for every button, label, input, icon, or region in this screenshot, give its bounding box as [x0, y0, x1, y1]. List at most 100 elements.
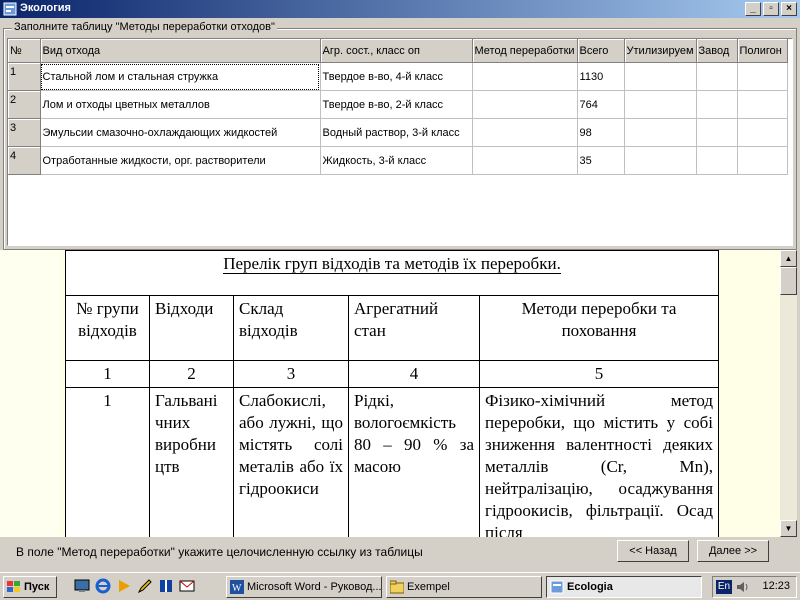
method-cell[interactable]: [472, 62, 578, 91]
document-data-row: 1 Гальвані чних виробни цтв Слабокислі, …: [65, 387, 720, 537]
grid-header-cell[interactable]: Полигон: [737, 39, 788, 63]
folder-icon: [390, 580, 404, 594]
landfill-cell[interactable]: [737, 118, 788, 147]
doc-state: Рідкі, вологоємкість 80 – 90 % за масою: [348, 387, 480, 537]
group-title: Заполните таблицу "Методы переработки от…: [12, 21, 277, 33]
document-viewer[interactable]: Перелік груп відходів та методів їх пере…: [0, 250, 780, 537]
grid-header-cell[interactable]: Вид отхода: [40, 39, 321, 63]
utilized-cell[interactable]: [624, 146, 697, 175]
word-icon: W: [230, 580, 244, 594]
taskbar-item-word[interactable]: W Microsoft Word - Руковод...: [226, 576, 382, 598]
waste-type-cell[interactable]: Эмульсии смазочно-охлаждающих жидкостей: [40, 118, 321, 147]
waste-grid-table: № Вид отхода Агр. сост., класс оп Метод …: [8, 39, 788, 175]
app-icon: [550, 580, 564, 594]
waste-type-cell[interactable]: Стальной лом и стальная стружка: [40, 62, 321, 91]
aggregate-state-cell[interactable]: Жидкость, 3-й класс: [320, 146, 473, 175]
app-icon: [3, 2, 17, 16]
book-icon[interactable]: [158, 578, 174, 594]
desktop-icon[interactable]: [74, 578, 90, 594]
aggregate-state-cell[interactable]: Твердое в-во, 4-й класс: [320, 62, 473, 91]
document-scrollbar[interactable]: ▲ ▼: [780, 250, 797, 537]
aggregate-state-cell[interactable]: Твердое в-во, 2-й класс: [320, 90, 473, 119]
total-cell[interactable]: 35: [577, 146, 625, 175]
doc-header-waste: Відходи: [149, 295, 234, 361]
doc-waste: Гальвані чних виробни цтв: [149, 387, 234, 537]
start-button[interactable]: Пуск: [3, 576, 57, 598]
grid-header-cell[interactable]: Завод: [696, 39, 738, 63]
table-row: 4 Отработанные жидкости, орг. растворите…: [8, 146, 788, 175]
clock: 12:23: [762, 580, 790, 592]
doc-header-methods: Методи переробки та поховання: [478, 295, 720, 361]
utilized-cell[interactable]: [624, 90, 697, 119]
utilized-cell[interactable]: [624, 62, 697, 91]
total-cell[interactable]: 764: [577, 90, 625, 119]
plant-cell[interactable]: [696, 118, 738, 147]
table-row: 1 Стальной лом и стальная стружка Твердо…: [8, 62, 788, 91]
table-row: 2 Лом и отходы цветных металлов Твердое …: [8, 90, 788, 119]
grid-header-cell[interactable]: Всего: [577, 39, 625, 63]
taskbar-item-label: Exempel: [407, 581, 450, 593]
svg-text:W: W: [232, 583, 242, 594]
scroll-down-icon[interactable]: ▼: [780, 520, 797, 537]
minimize-button[interactable]: _: [745, 2, 761, 16]
utilized-cell[interactable]: [624, 118, 697, 147]
doc-header-group-number: № групи відходів: [65, 295, 150, 361]
plant-cell[interactable]: [696, 90, 738, 119]
hint-text: В поле "Метод переработки" укажите целоч…: [16, 545, 423, 559]
next-button[interactable]: Далее >>: [697, 540, 769, 562]
doc-header-state: Агрегатний стан: [348, 295, 480, 361]
row-number[interactable]: 2: [8, 90, 41, 119]
close-button[interactable]: ×: [781, 2, 797, 16]
total-cell[interactable]: 98: [577, 118, 625, 147]
doc-column-number: 3: [233, 360, 349, 388]
grid-header-cell[interactable]: Утилизируем: [624, 39, 697, 63]
volume-icon[interactable]: [736, 580, 750, 594]
aggregate-state-cell[interactable]: Водный раствор, 3-й класс: [320, 118, 473, 147]
scroll-thumb[interactable]: [780, 267, 797, 295]
doc-group-number: 1: [65, 387, 150, 537]
landfill-cell[interactable]: [737, 62, 788, 91]
pen-icon[interactable]: [137, 578, 153, 594]
scroll-up-icon[interactable]: ▲: [780, 250, 797, 267]
document-title: Перелік груп відходів та методів їх пере…: [223, 254, 561, 274]
status-bar: В поле "Метод переработки" укажите целоч…: [0, 537, 800, 565]
doc-column-number: 2: [149, 360, 234, 388]
media-player-icon[interactable]: [116, 578, 132, 594]
internet-explorer-icon[interactable]: [95, 578, 111, 594]
grid-header-cell[interactable]: Агр. сост., класс оп: [320, 39, 473, 63]
plant-cell[interactable]: [696, 146, 738, 175]
grid-header-cell[interactable]: №: [8, 39, 41, 63]
system-tray: En 12:23: [712, 576, 797, 598]
maximize-button[interactable]: ▫: [763, 2, 779, 16]
method-cell[interactable]: [472, 118, 578, 147]
taskbar-item-label: Microsoft Word - Руковод...: [247, 581, 382, 593]
landfill-cell[interactable]: [737, 90, 788, 119]
waste-type-cell[interactable]: Лом и отходы цветных металлов: [40, 90, 321, 119]
language-indicator[interactable]: En: [716, 580, 732, 594]
document-header-row: № групи відходів Відходи Склад відходів …: [65, 295, 720, 361]
document-title-cell: Перелік груп відходів та методів їх пере…: [64, 250, 720, 296]
total-cell[interactable]: 1130: [577, 62, 625, 91]
row-number[interactable]: 4: [8, 146, 41, 175]
row-number[interactable]: 3: [8, 118, 41, 147]
document-number-row: 1 2 3 4 5: [65, 360, 720, 388]
mail-icon[interactable]: [179, 578, 195, 594]
method-cell[interactable]: [472, 146, 578, 175]
grid-header-cell[interactable]: Метод переработки: [472, 39, 578, 63]
plant-cell[interactable]: [696, 62, 738, 91]
back-button[interactable]: << Назад: [617, 540, 689, 562]
landfill-cell[interactable]: [737, 146, 788, 175]
doc-composition: Слабокислі, або лужні, що містять солі м…: [233, 387, 349, 537]
title-bar[interactable]: Экология _ ▫ ×: [0, 0, 800, 18]
table-row: 3 Эмульсии смазочно-охлаждающих жидкосте…: [8, 118, 788, 147]
method-cell[interactable]: [472, 90, 578, 119]
doc-column-number: 4: [348, 360, 480, 388]
taskbar-item-exempel[interactable]: Exempel: [386, 576, 542, 598]
doc-method: Фізико-хімічний метод переробки, що міст…: [478, 387, 720, 537]
waste-grid[interactable]: № Вид отхода Агр. сост., класс оп Метод …: [7, 38, 793, 246]
taskbar-item-ecologia[interactable]: Ecologia: [546, 576, 702, 598]
row-number[interactable]: 1: [8, 62, 41, 91]
waste-type-cell[interactable]: Отработанные жидкости, орг. растворители: [40, 146, 321, 175]
doc-header-composition: Склад відходів: [233, 295, 349, 361]
doc-column-number: 5: [478, 360, 720, 388]
